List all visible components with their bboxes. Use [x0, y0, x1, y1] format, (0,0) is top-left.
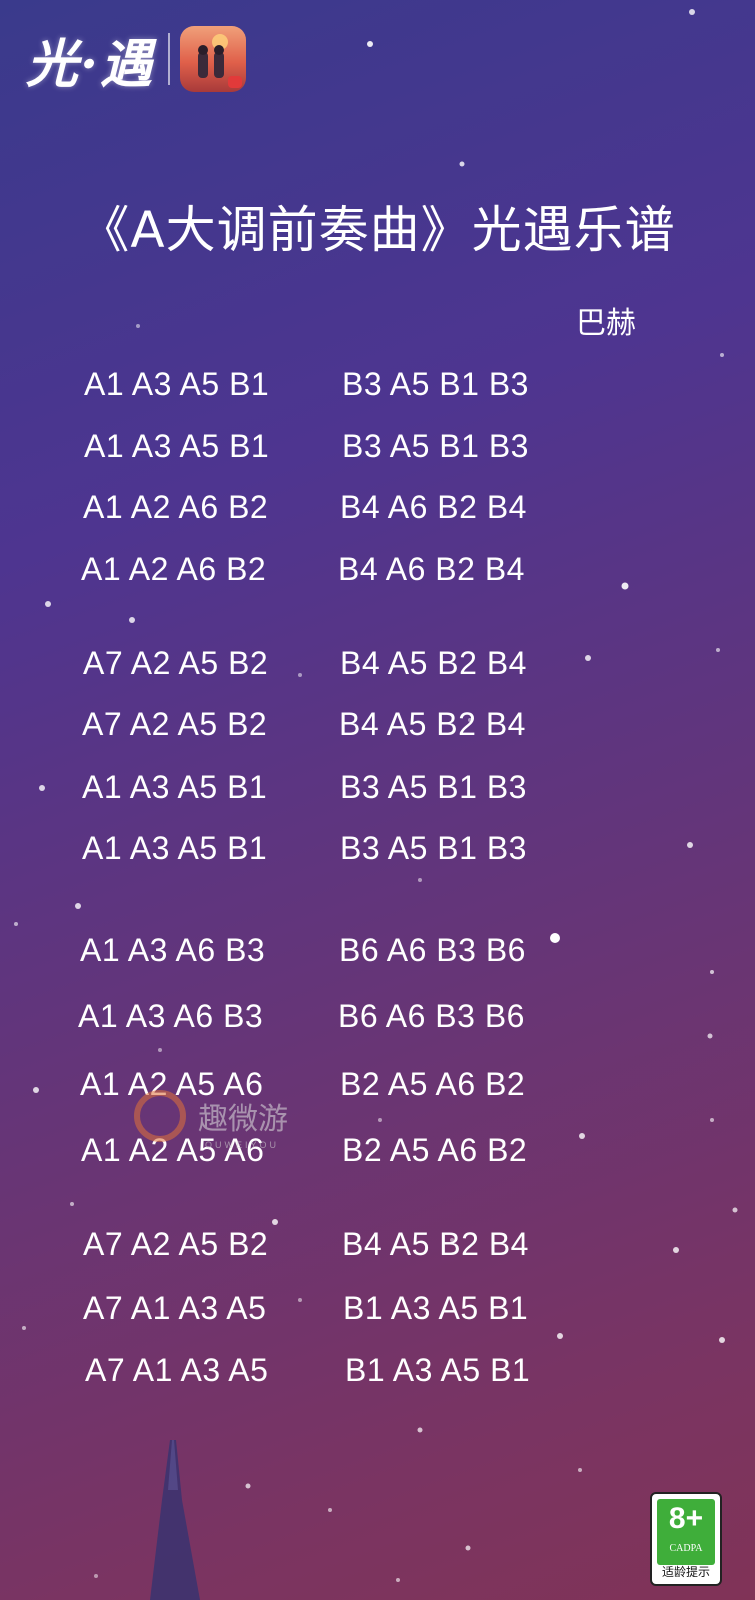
score-left-row: A1 A3 A6 B3	[80, 932, 266, 968]
age-rating-org: CADPA	[669, 1543, 703, 1554]
score-right-row: B4 A6 B2 B4	[340, 489, 527, 525]
watermark-text: 趣微游	[198, 1102, 288, 1137]
logo-text: 光·遇	[26, 33, 155, 95]
score-left-row: A7 A2 A5 B2	[82, 706, 268, 742]
score-right-row: B6 A6 B3 B6	[338, 998, 525, 1034]
score-left-row: A1 A2 A6 B2	[83, 489, 269, 525]
score-left-row: A1 A3 A5 B1	[84, 366, 270, 402]
score-right-row: B2 A5 A6 B2	[340, 1066, 526, 1102]
score-right-row: B3 A5 B1 B3	[342, 366, 529, 402]
score-right-row: B3 A5 B1 B3	[342, 428, 529, 464]
composer-name: 巴赫	[576, 306, 636, 341]
logo-divider	[168, 33, 171, 85]
score-left-row: A1 A3 A6 B3	[78, 998, 264, 1034]
score-right-row: B1 A3 A5 B1	[343, 1290, 529, 1326]
score-left-row: A7 A1 A3 A5	[83, 1290, 267, 1326]
score-right-row: B4 A5 B2 B4	[340, 645, 527, 681]
score-right-row: B3 A5 B1 B3	[340, 830, 527, 866]
game-logo: 光·遇	[26, 26, 247, 95]
page-title: 《A大调前奏曲》光遇乐谱	[79, 201, 676, 259]
score-left-row: A7 A1 A3 A5	[85, 1352, 269, 1388]
watermark-logo-icon	[134, 1090, 186, 1142]
tower-silhouette	[150, 1440, 200, 1600]
score-right-row: B3 A5 B1 B3	[340, 769, 527, 805]
age-rating-label: 8+	[668, 1502, 704, 1535]
score-left-row: A7 A2 A5 B2	[83, 645, 269, 681]
score-right-row: B4 A5 B2 B4	[342, 1226, 529, 1262]
watermark: 趣微游	[134, 1090, 288, 1142]
age-rating-panel: 8+ CADPA	[657, 1499, 715, 1565]
score-left-row: A1 A3 A5 B1	[84, 428, 270, 464]
score-right-row: B1 A3 A5 B1	[345, 1352, 531, 1388]
age-rating-tip: 适龄提示	[661, 1565, 710, 1579]
score-right-row: B6 A6 B3 B6	[339, 932, 526, 968]
score-right-row: B4 A6 B2 B4	[338, 551, 525, 587]
app-icon	[180, 26, 247, 92]
score-left-row: A1 A3 A5 B1	[82, 830, 268, 866]
score-left-row: A1 A2 A6 B2	[81, 551, 267, 587]
score-right-row: B4 A5 B2 B4	[339, 706, 526, 742]
watermark-subtext: QUWEIYOU	[205, 1140, 280, 1150]
age-rating-badge: 8+ CADPA 适龄提示	[650, 1492, 722, 1586]
score-left-row: A1 A3 A5 B1	[82, 769, 268, 805]
score-right-row: B2 A5 A6 B2	[342, 1132, 528, 1168]
score-left-row: A7 A2 A5 B2	[83, 1226, 269, 1262]
